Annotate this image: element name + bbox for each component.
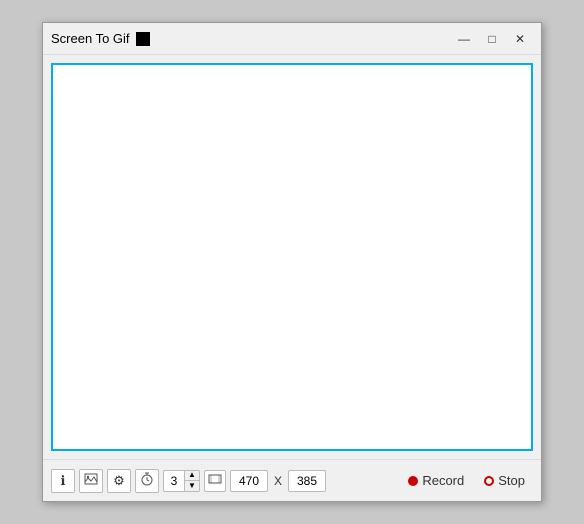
app-title: Screen To Gif	[51, 31, 130, 46]
title-bar-controls: — □ ✕	[451, 28, 533, 50]
timer-button[interactable]	[135, 469, 159, 493]
minimize-button[interactable]: —	[451, 28, 477, 50]
maximize-button[interactable]: □	[479, 28, 505, 50]
recording-canvas	[51, 63, 533, 451]
stop-button[interactable]: Stop	[476, 470, 533, 491]
title-icon	[136, 32, 150, 46]
app-window: Screen To Gif — □ ✕ ℹ	[42, 22, 542, 502]
gear-icon: ⚙	[113, 473, 125, 489]
fps-value[interactable]: 3	[164, 472, 184, 490]
spinner-down[interactable]: ▼	[185, 481, 199, 491]
info-icon: ℹ	[61, 473, 66, 489]
stop-dot-icon	[484, 476, 494, 486]
canvas-area	[43, 55, 541, 459]
spinner-up[interactable]: ▲	[185, 471, 199, 481]
image-button[interactable]	[79, 469, 103, 493]
fps-spinner: 3 ▲ ▼	[163, 470, 200, 492]
width-input[interactable]: 470	[230, 470, 268, 492]
settings-button[interactable]: ⚙	[107, 469, 131, 493]
toolbar: ℹ ⚙	[43, 459, 541, 501]
stop-label: Stop	[498, 473, 525, 488]
spinner-arrows: ▲ ▼	[184, 471, 199, 491]
height-input[interactable]: 385	[288, 470, 326, 492]
resize-button[interactable]	[204, 470, 226, 492]
info-button[interactable]: ℹ	[51, 469, 75, 493]
timer-icon	[140, 472, 154, 489]
record-dot-icon	[408, 476, 418, 486]
record-label: Record	[422, 473, 464, 488]
image-icon	[84, 473, 98, 488]
record-button[interactable]: Record	[400, 470, 472, 491]
title-bar: Screen To Gif — □ ✕	[43, 23, 541, 55]
dimension-separator: X	[272, 474, 284, 488]
title-bar-title: Screen To Gif	[51, 31, 451, 46]
close-button[interactable]: ✕	[507, 28, 533, 50]
resize-icon	[208, 472, 222, 489]
